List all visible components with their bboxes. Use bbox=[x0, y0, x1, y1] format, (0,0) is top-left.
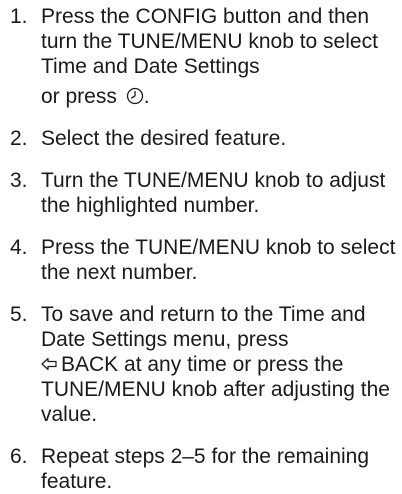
step-4: 4. Press the TUNE/MENU knob to select th… bbox=[10, 235, 396, 285]
step-text: Select the desired feature. bbox=[41, 127, 287, 150]
step-text-main: To save and return to the Time and Date … bbox=[41, 303, 366, 351]
back-arrow-icon bbox=[41, 353, 57, 371]
step-2: 2. Select the desired feature. bbox=[10, 126, 396, 151]
step-5: 5. To save and return to the Time and Da… bbox=[10, 302, 396, 427]
step-number: 5. bbox=[10, 303, 28, 326]
step-number: 6. bbox=[10, 445, 28, 468]
step-text: Press the CONFIG button and then turn th… bbox=[41, 4, 396, 109]
step-number: 2. bbox=[10, 127, 28, 150]
step-number: 3. bbox=[10, 169, 28, 192]
step-text: Turn the TUNE/MENU knob to adjust the hi… bbox=[41, 169, 386, 217]
step-text-secondary: or press . bbox=[41, 84, 150, 109]
step-text-after: or press bbox=[41, 85, 123, 108]
step-text: Press the TUNE/MENU knob to select the n… bbox=[41, 236, 396, 284]
step-text-end: . bbox=[143, 85, 150, 108]
back-label: BACK bbox=[61, 353, 119, 376]
step-number: 1. bbox=[10, 5, 28, 28]
step-text-main: Press the CONFIG button and then turn th… bbox=[41, 5, 378, 78]
instruction-steps: 1. Press the CONFIG button and then turn… bbox=[0, 0, 402, 494]
step-1: 1. Press the CONFIG button and then turn… bbox=[10, 4, 396, 109]
step-number: 4. bbox=[10, 236, 28, 259]
clock-icon bbox=[126, 86, 144, 105]
step-6: 6. Repeat steps 2–5 for the remaining fe… bbox=[10, 444, 396, 494]
step-3: 3. Turn the TUNE/MENU knob to adjust the… bbox=[10, 168, 396, 218]
step-text: To save and return to the Time and Date … bbox=[41, 302, 396, 427]
step-text: Repeat steps 2–5 for the remaining featu… bbox=[41, 445, 370, 493]
